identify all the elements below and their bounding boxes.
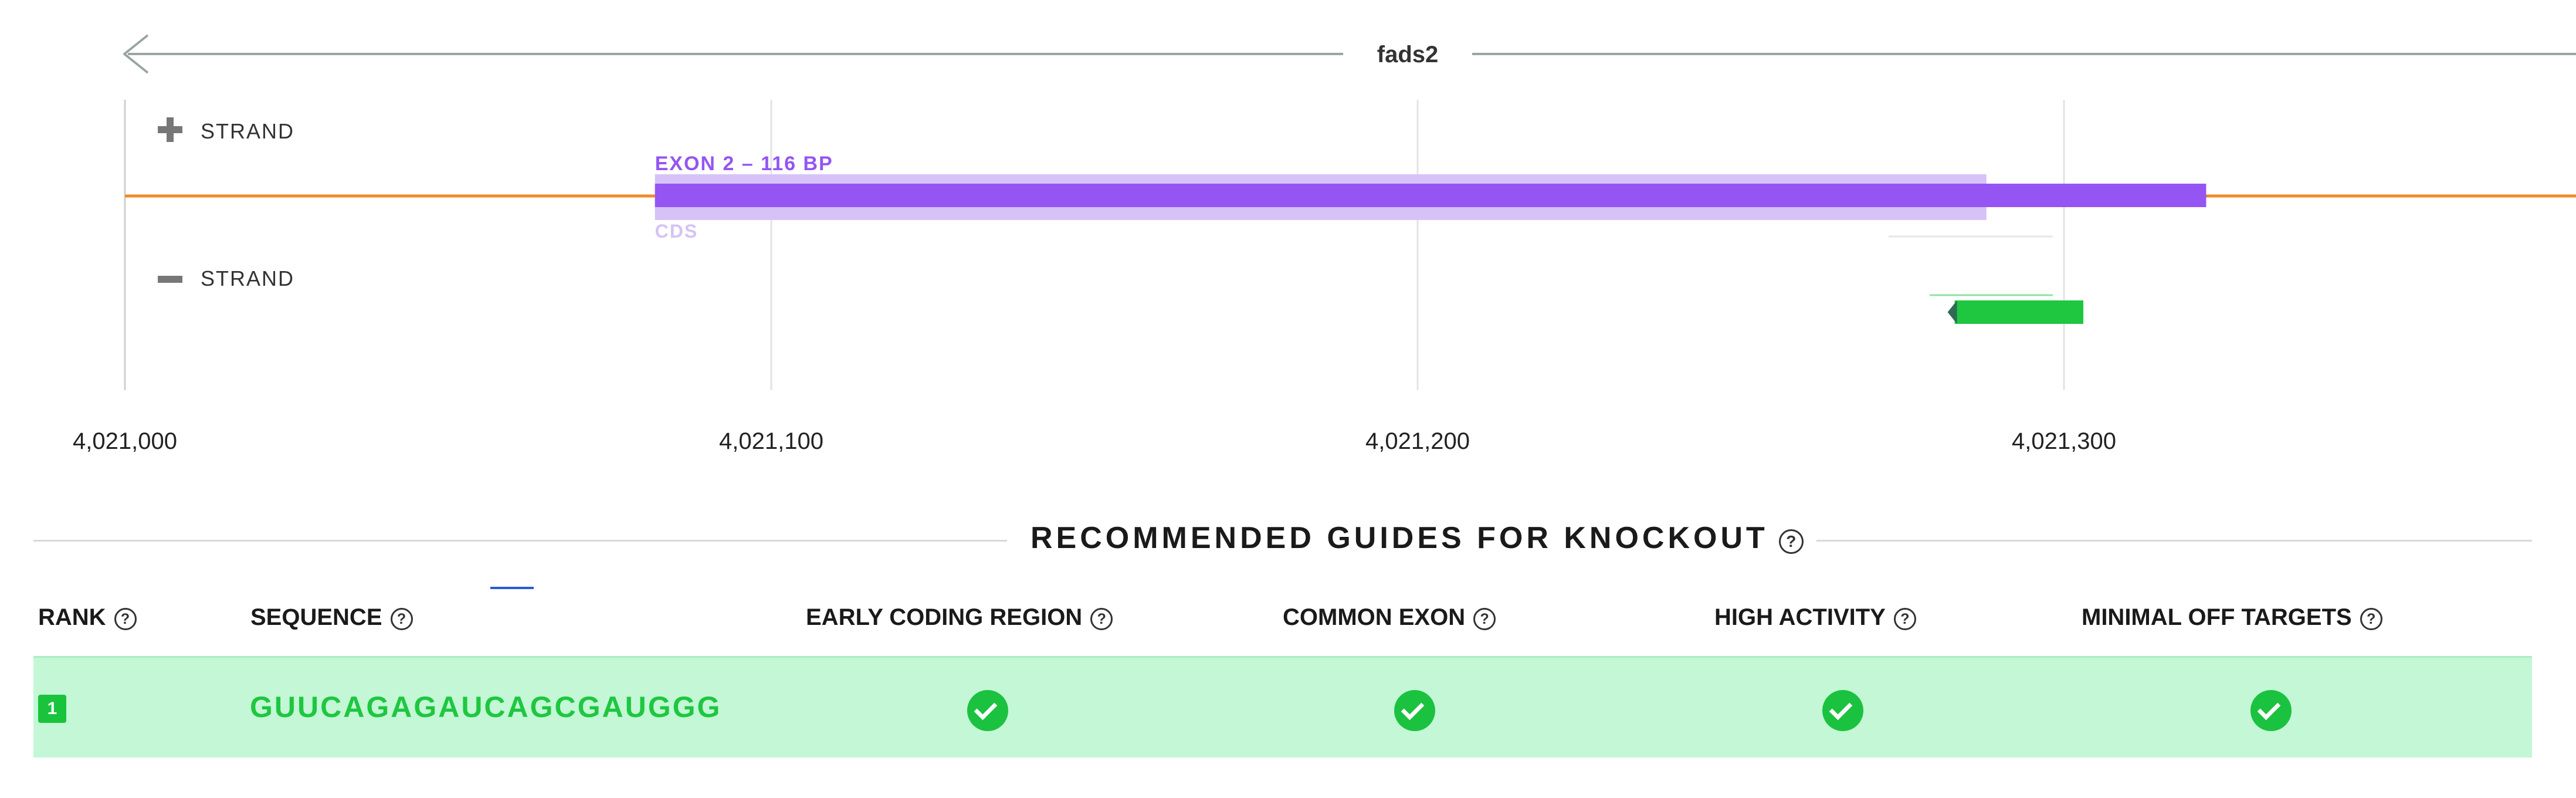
column-header-early-coding-region: EARLY CODING REGION? bbox=[806, 604, 1113, 631]
table-row[interactable]: 1 GUUCAGAGAUCAGCGAUGGG bbox=[33, 656, 2532, 758]
column-header-high-activity: HIGH ACTIVITY? bbox=[1714, 604, 1916, 631]
link-underline bbox=[490, 587, 534, 589]
column-header-minimal-off-targets: MINIMAL OFF TARGETS? bbox=[2082, 604, 2382, 631]
plus-icon bbox=[158, 117, 182, 142]
help-circle-icon[interactable]: ? bbox=[1893, 608, 1916, 630]
column-header-sequence: SEQUENCE? bbox=[250, 604, 413, 631]
check-circle-icon bbox=[2250, 690, 2292, 731]
check-circle-icon bbox=[967, 690, 1008, 731]
guides-section-title: RECOMMENDED GUIDES FOR KNOCKOUT? bbox=[1031, 520, 1804, 556]
help-circle-icon[interactable]: ? bbox=[1778, 529, 1804, 554]
help-circle-icon[interactable]: ? bbox=[1090, 608, 1113, 630]
guide-sequence[interactable]: GUUCAGAGAUCAGCGAUGGG bbox=[250, 690, 721, 724]
axis-tick-labels: 4,021,000 4,021,100 4,021,200 4,021,300 bbox=[73, 428, 2116, 454]
exon-block bbox=[655, 184, 2206, 207]
guide-marker[interactable] bbox=[1947, 300, 2084, 324]
column-header-rank: RANK? bbox=[38, 604, 137, 631]
heading-divider bbox=[33, 540, 1007, 542]
grid-lines bbox=[124, 100, 2065, 390]
heading-divider bbox=[1816, 540, 2532, 542]
axis-tick-label: 4,021,300 bbox=[2012, 428, 2116, 454]
axis-tick-label: 4,021,000 bbox=[73, 428, 177, 454]
help-circle-icon[interactable]: ? bbox=[2360, 608, 2382, 630]
help-circle-icon[interactable]: ? bbox=[114, 608, 137, 630]
cds-label: CDS bbox=[655, 221, 699, 242]
axis-tick-label: 4,021,200 bbox=[1365, 428, 1470, 454]
help-circle-icon[interactable]: ? bbox=[390, 608, 413, 630]
gene-name: fads2 bbox=[1377, 42, 1439, 67]
minus-icon bbox=[158, 276, 182, 283]
column-header-common-exon: COMMON EXON? bbox=[1283, 604, 1496, 631]
plus-strand-label: STRAND bbox=[201, 119, 294, 143]
guides-section-heading: RECOMMENDED GUIDES FOR KNOCKOUT? bbox=[33, 513, 2532, 566]
exon-label: EXON 2 – 116 BP bbox=[655, 153, 833, 175]
rank-badge: 1 bbox=[38, 695, 66, 723]
check-circle-icon bbox=[1394, 690, 1435, 731]
genome-track: fads2 STRAND STRAND EXON 2 – 116 BP CDS … bbox=[73, 34, 2576, 454]
minus-strand-label: STRAND bbox=[201, 266, 294, 290]
axis-tick-label: 4,021,100 bbox=[719, 428, 823, 454]
guide-marker-arrowhead-icon bbox=[1947, 300, 1957, 324]
help-circle-icon[interactable]: ? bbox=[1473, 608, 1496, 630]
check-circle-icon bbox=[1822, 690, 1863, 731]
